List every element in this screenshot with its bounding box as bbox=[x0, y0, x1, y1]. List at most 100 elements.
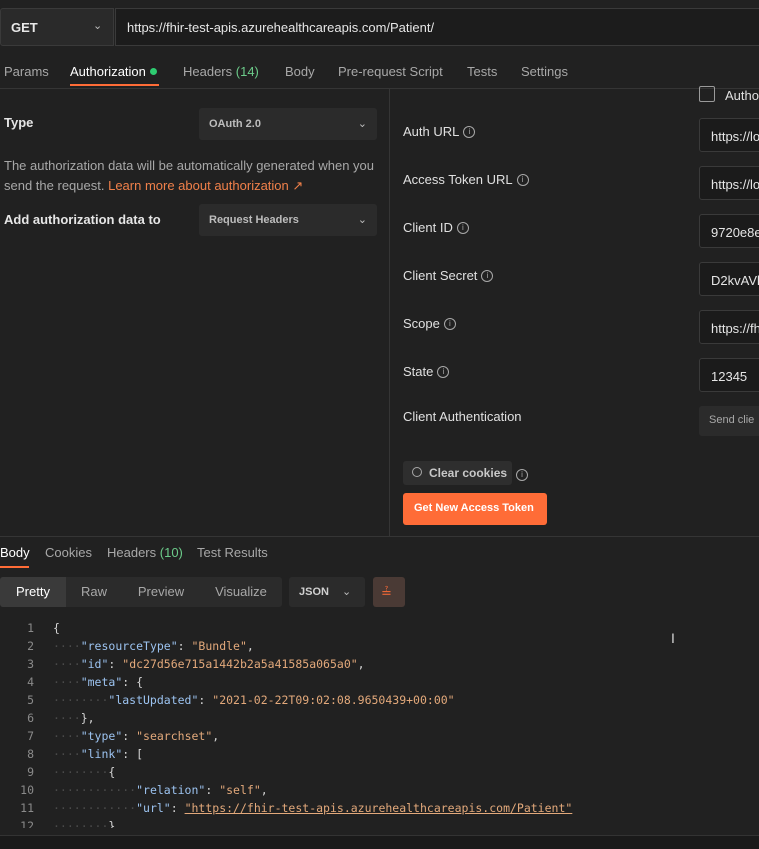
info-icon[interactable]: i bbox=[456, 221, 469, 234]
code-punct: , bbox=[246, 639, 254, 653]
view-raw[interactable]: Raw bbox=[66, 577, 122, 607]
field-label: State bbox=[403, 364, 434, 379]
json-key: "resourceType" bbox=[80, 639, 178, 653]
access-token-url-input[interactable]: https://lo bbox=[699, 166, 759, 200]
get-new-access-token-button[interactable]: Get New Access Token bbox=[403, 493, 547, 525]
state-label: State i bbox=[403, 364, 450, 379]
view-visualize[interactable]: Visualize bbox=[200, 577, 282, 607]
json-string: "self" bbox=[219, 783, 261, 797]
tab-label: Test Results bbox=[197, 545, 268, 560]
url-input[interactable]: https://fhir-test-apis.azurehealthcareap… bbox=[115, 8, 759, 46]
tab-label: Body bbox=[285, 64, 315, 79]
line-number: 9 bbox=[27, 765, 34, 779]
json-string: "searchset" bbox=[136, 729, 213, 743]
tab-label: Params bbox=[4, 64, 49, 79]
field-label: Client ID bbox=[403, 220, 453, 235]
text-cursor-icon: I bbox=[671, 630, 675, 646]
tab-label: Cookies bbox=[45, 545, 92, 560]
line-number: 3 bbox=[27, 657, 34, 671]
line-number: 11 bbox=[20, 801, 34, 815]
json-key: "url" bbox=[136, 801, 171, 815]
resp-tab-test-results[interactable]: Test Results bbox=[197, 545, 268, 560]
cookie-icon bbox=[412, 467, 422, 477]
state-input[interactable]: 12345 bbox=[699, 358, 759, 392]
authorize-checkbox-label: Autho bbox=[725, 88, 759, 103]
client-auth-label: Client Authentication bbox=[403, 409, 522, 424]
info-icon[interactable]: i bbox=[516, 173, 529, 186]
tab-headers[interactable]: Headers (14) bbox=[183, 64, 259, 79]
view-preview[interactable]: Preview bbox=[122, 577, 200, 607]
tab-settings[interactable]: Settings bbox=[521, 64, 568, 79]
resp-tab-cookies[interactable]: Cookies bbox=[45, 545, 92, 560]
method-label: GET bbox=[11, 20, 38, 35]
tab-pre-request-script[interactable]: Pre-request Script bbox=[338, 64, 443, 79]
tab-label: Settings bbox=[521, 64, 568, 79]
auth-type-select[interactable]: OAuth 2.0 ⌄ bbox=[199, 108, 377, 140]
active-tab-underline bbox=[0, 566, 29, 568]
info-icon[interactable]: i bbox=[463, 125, 476, 138]
json-url-link[interactable]: "https://fhir-test-apis.azurehealthcarea… bbox=[185, 801, 573, 815]
field-label: Client Secret bbox=[403, 268, 478, 283]
field-label: Access Token URL bbox=[403, 172, 513, 187]
field-value: D2kvAVk bbox=[711, 273, 759, 288]
chevron-down-icon: ⌄ bbox=[93, 20, 103, 32]
code-line: ····"meta": { bbox=[53, 675, 144, 689]
add-to-select[interactable]: Request Headers ⌄ bbox=[199, 204, 377, 236]
line-number: 12 bbox=[20, 819, 34, 828]
info-icon[interactable]: i bbox=[443, 317, 456, 330]
format-select[interactable]: JSON ⌄ bbox=[289, 577, 365, 607]
json-key: "meta" bbox=[80, 675, 123, 689]
info-icon[interactable]: i bbox=[516, 468, 528, 481]
wrap-lines-button[interactable]: ≟ bbox=[373, 577, 405, 607]
json-key: "relation" bbox=[136, 783, 206, 797]
tab-tests[interactable]: Tests bbox=[467, 64, 497, 79]
authorize-checkbox[interactable] bbox=[699, 86, 715, 102]
clear-cookies-label: Clear cookies bbox=[429, 466, 508, 480]
learn-more-link[interactable]: Learn more about authorization ↗ bbox=[108, 178, 303, 193]
code-text: { bbox=[53, 621, 60, 635]
scope-input[interactable]: https://fh bbox=[699, 310, 759, 344]
line-number: 10 bbox=[20, 783, 34, 797]
scope-label: Scope i bbox=[403, 316, 456, 331]
format-value: JSON bbox=[299, 586, 329, 598]
code-punct: , bbox=[260, 783, 268, 797]
resp-tab-headers[interactable]: Headers (10) bbox=[107, 545, 183, 560]
resp-tab-body[interactable]: Body bbox=[0, 545, 30, 560]
view-mode-segmented: Pretty Raw Preview Visualize bbox=[0, 577, 282, 607]
code-line: ········{ bbox=[53, 765, 116, 779]
tab-authorization[interactable]: Authorization bbox=[70, 64, 157, 79]
auth-url-input[interactable]: https://lo bbox=[699, 118, 759, 152]
info-icon[interactable]: i bbox=[481, 269, 494, 282]
json-key: "id" bbox=[80, 657, 109, 671]
response-body-code[interactable]: 1 { 2 ····"resourceType": "Bundle", 3 ··… bbox=[0, 618, 759, 828]
client-secret-label: Client Secret i bbox=[403, 268, 494, 283]
tab-params[interactable]: Params bbox=[4, 64, 49, 79]
chevron-down-icon: ⌄ bbox=[357, 118, 367, 130]
tab-count: (14) bbox=[235, 64, 259, 79]
field-value: https://fh bbox=[711, 321, 759, 336]
client-auth-select[interactable]: Send clie bbox=[699, 406, 759, 436]
client-id-input[interactable]: 9720e8e bbox=[699, 214, 759, 248]
client-secret-input[interactable]: D2kvAVk bbox=[699, 262, 759, 296]
code-line: ········"lastUpdated": "2021-02-22T09:02… bbox=[53, 693, 455, 707]
field-label: Scope bbox=[403, 316, 440, 331]
json-string: "Bundle" bbox=[191, 639, 247, 653]
code-punct: [ bbox=[136, 747, 144, 761]
access-token-url-label: Access Token URL i bbox=[403, 172, 529, 187]
wrap-lines-icon: ≟ bbox=[381, 585, 392, 600]
tab-label: Tests bbox=[467, 64, 498, 79]
json-string: "dc27d56e715a1442b2a5a41585a065a0" bbox=[122, 657, 358, 671]
method-select[interactable]: GET ⌄ bbox=[0, 8, 114, 46]
json-key: "link" bbox=[80, 747, 123, 761]
code-line: { bbox=[53, 621, 60, 635]
field-value: 9720e8e bbox=[711, 225, 759, 240]
chevron-down-icon: ⌄ bbox=[342, 586, 352, 598]
field-value: 12345 bbox=[711, 369, 748, 384]
info-icon[interactable]: i bbox=[437, 365, 450, 378]
tab-body[interactable]: Body bbox=[285, 64, 315, 79]
json-key: "lastUpdated" bbox=[108, 693, 199, 707]
clear-cookies-button[interactable]: Clear cookies bbox=[403, 461, 512, 485]
view-pretty[interactable]: Pretty bbox=[0, 577, 66, 607]
line-number: 6 bbox=[27, 711, 34, 725]
add-to-label: Add authorization data to bbox=[4, 212, 161, 227]
